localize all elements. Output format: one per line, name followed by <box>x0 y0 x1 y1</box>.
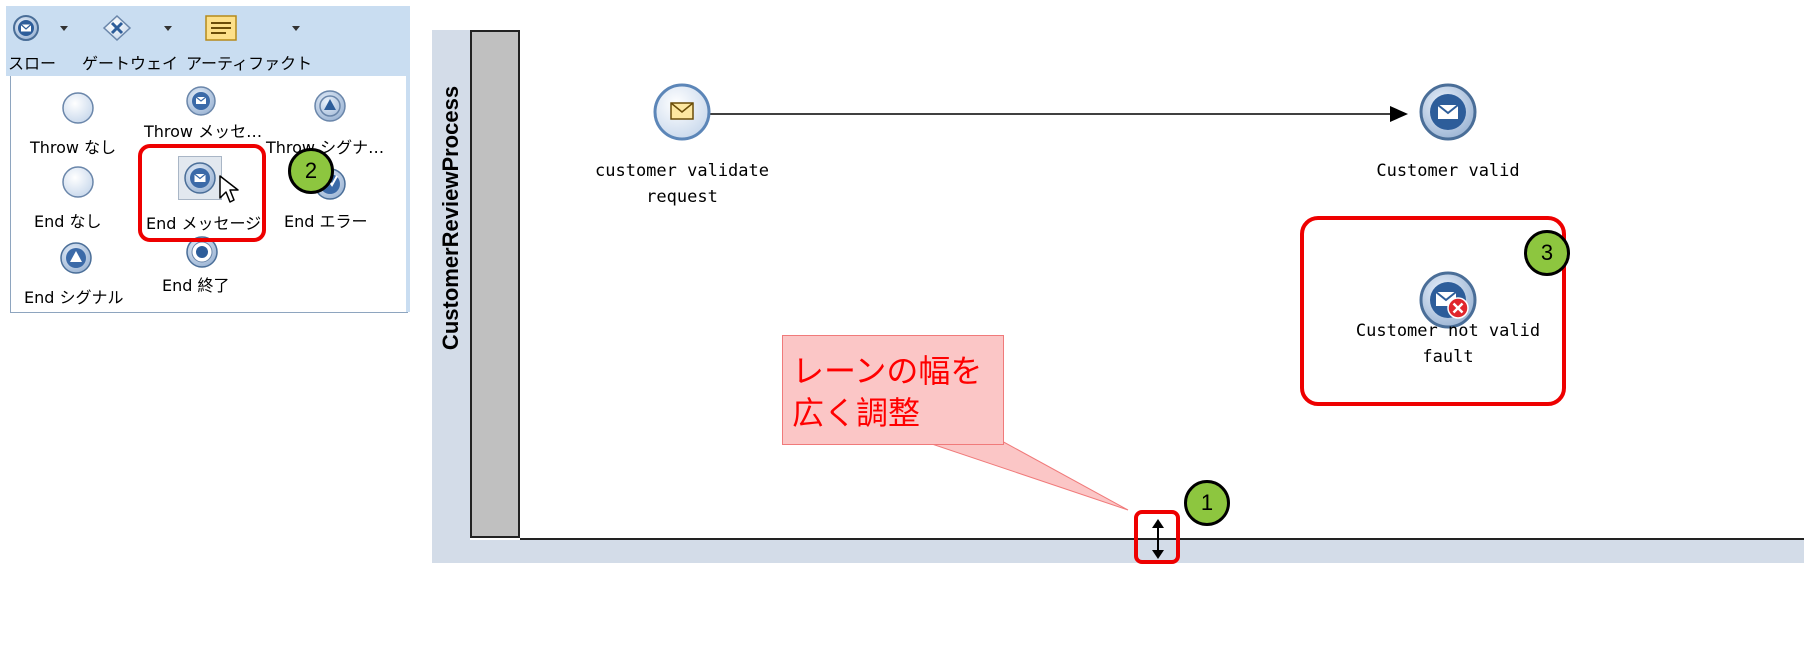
lane-header[interactable] <box>470 30 520 538</box>
message-event-icon <box>13 15 39 41</box>
step-badge-3: 3 <box>1524 230 1570 276</box>
palette-item-end-signal[interactable]: End シグナル <box>22 240 132 307</box>
palette-toolbar: スロー ゲートウェイ アーティファクト <box>6 6 410 76</box>
callout-pointer <box>919 440 1129 511</box>
step-badge-2: 2 <box>288 148 334 194</box>
end-message-event-icon[interactable] <box>1418 82 1478 142</box>
gateway-label[interactable]: ゲートウェイ <box>82 50 178 74</box>
sequence-flow[interactable] <box>710 104 1410 124</box>
callout-line2: 広く調整 <box>792 394 921 432</box>
end-event-label: Customer valid <box>1376 161 1520 181</box>
palette-item-end-terminate[interactable]: End 終了 <box>156 234 256 300</box>
artifact-label[interactable]: アーティファクト <box>186 50 312 74</box>
chevron-down-icon <box>60 26 68 31</box>
palette-border <box>406 76 410 312</box>
callout-text: レーンの幅を 広く調整 <box>792 350 982 434</box>
throw-dropdown-button[interactable] <box>12 14 72 41</box>
palette-item-throw-none[interactable]: Throw なし <box>28 90 128 160</box>
gateway-dropdown-button[interactable] <box>102 14 172 42</box>
palette-item-throw-signal[interactable]: Throw シグナ… <box>262 88 392 158</box>
palette-item-label: End 終了 <box>162 276 230 295</box>
exclusive-gateway-icon <box>102 14 132 42</box>
start-event-label-line2: request <box>646 187 718 207</box>
start-event-label: customer validate request <box>582 158 782 210</box>
empty-event-icon <box>62 92 94 124</box>
palette-item-throw-message[interactable]: Throw メッセ… <box>144 84 264 144</box>
message-event-icon <box>186 86 216 116</box>
palette-item-label: Throw メッセ… <box>144 122 263 141</box>
start-event-label-line1: customer validate <box>595 161 769 181</box>
signal-event-icon <box>60 242 92 274</box>
signal-event-icon <box>314 90 346 122</box>
note-artifact-icon <box>205 15 237 41</box>
chevron-down-icon <box>164 26 172 31</box>
throw-label[interactable]: スロー <box>8 50 56 74</box>
artifact-dropdown-button[interactable] <box>204 14 304 41</box>
highlight-end-message <box>138 144 266 242</box>
palette-item-label: Throw なし <box>30 138 117 157</box>
step-badge-1: 1 <box>1184 480 1230 526</box>
chevron-down-icon <box>292 26 300 31</box>
callout-line1: レーンの幅を <box>792 352 983 390</box>
palette-item-label: End エラー <box>284 212 368 231</box>
palette-item-label: End なし <box>34 212 102 231</box>
palette-item-label: End シグナル <box>24 288 124 307</box>
highlight-resize-handle <box>1134 510 1180 564</box>
palette-item-end-none[interactable]: End なし <box>34 164 124 234</box>
pool-title: CustomerReviewProcess <box>438 85 463 351</box>
start-message-event-icon[interactable] <box>652 82 712 142</box>
canvas-bottom-strip <box>432 540 1804 563</box>
empty-event-icon <box>62 166 94 198</box>
